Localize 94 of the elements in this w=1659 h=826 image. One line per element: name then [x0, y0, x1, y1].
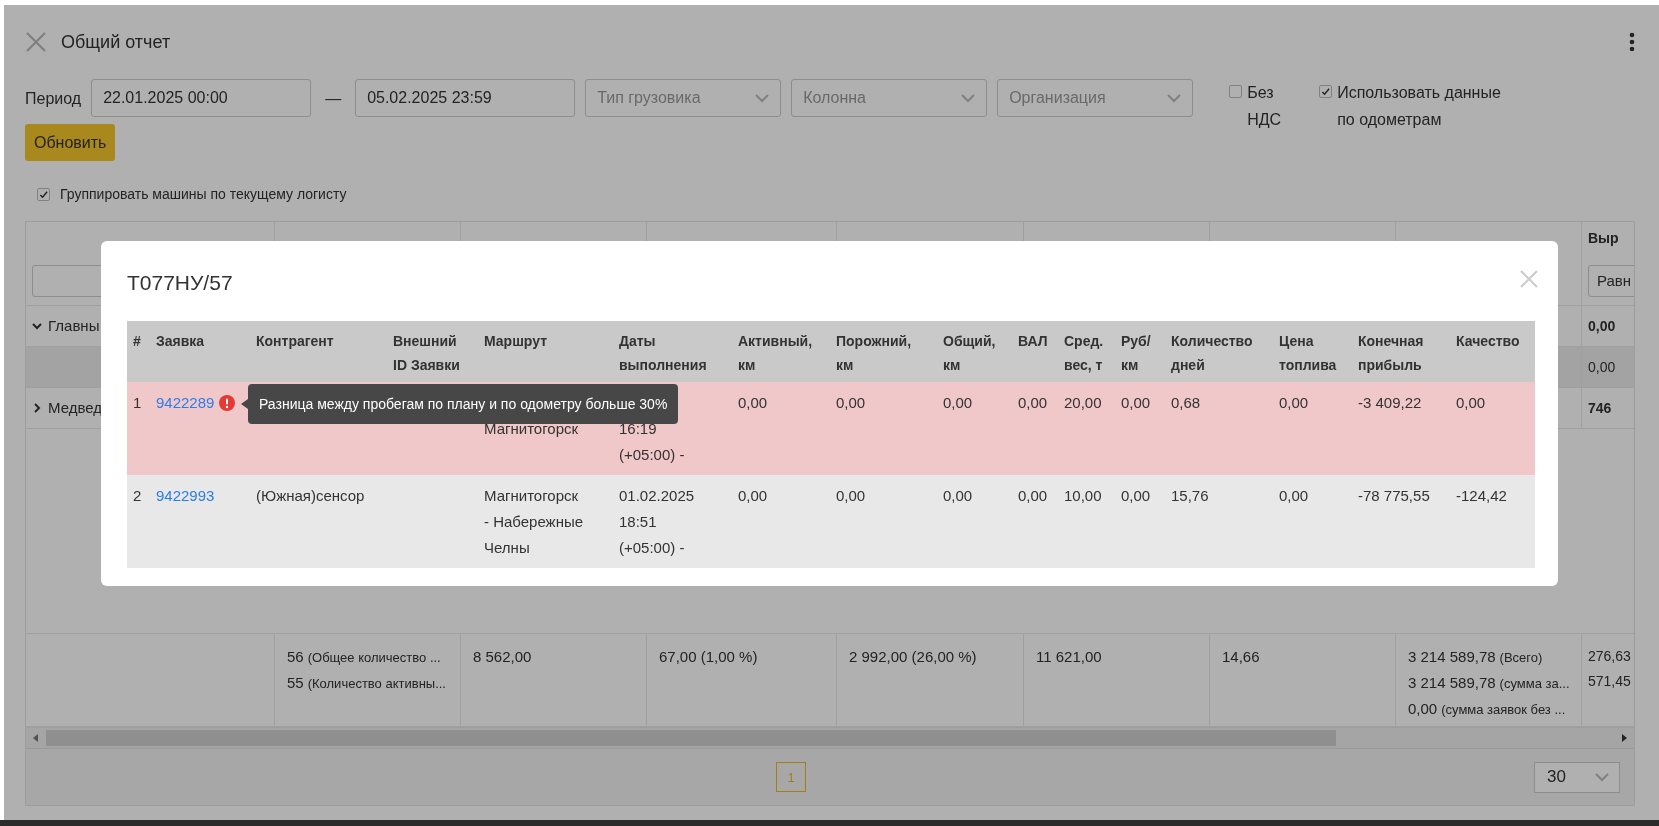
- table-cell: 2: [127, 475, 150, 568]
- table-cell: 0,00: [732, 382, 830, 475]
- table-cell: 01.02.2025 18:51 (+05:00) -: [613, 475, 732, 568]
- total-value: 14,66: [1222, 647, 1260, 667]
- total-note: (Всего): [1499, 649, 1543, 667]
- chevron-down-icon: [1595, 772, 1609, 782]
- total-note: (Количество активны...: [307, 675, 446, 693]
- period-label: Период: [25, 89, 82, 109]
- column-header: Конечная прибыль: [1352, 321, 1450, 382]
- group-label: Медвед: [48, 398, 102, 418]
- table-cell: 15,76: [1165, 475, 1273, 568]
- dropdown[interactable]: Тип грузовика: [585, 79, 782, 117]
- date-field[interactable]: 05.02.2025 23:59: [355, 79, 576, 117]
- table-cell: 0,00: [1273, 382, 1352, 475]
- table-cell: 0,00: [937, 382, 1012, 475]
- dropdown[interactable]: Организация: [997, 79, 1194, 117]
- checkbox[interactable]: [1319, 85, 1333, 98]
- table-cell: 0,00: [1012, 475, 1058, 568]
- total-note: (сумма за...: [1499, 675, 1570, 693]
- refresh-button[interactable]: Обновить: [25, 124, 116, 161]
- column-header: Сред. вес, т: [1058, 321, 1115, 382]
- table-cell: 0,00: [830, 382, 937, 475]
- column-header: Даты выполнения: [613, 321, 732, 382]
- column-header: Внешний ID Заявки: [387, 321, 478, 382]
- column-header: ВАЛ: [1012, 321, 1058, 382]
- table-cell: 0,00: [1012, 382, 1058, 475]
- table-cell: -124,42: [1450, 475, 1535, 568]
- total-value: 3 214 589,78: [1408, 647, 1496, 667]
- chevron-down-icon[interactable]: [32, 321, 42, 331]
- page-size-dropdown[interactable]: 30: [1534, 761, 1620, 793]
- column-header: Маршрут: [478, 321, 613, 382]
- table-cell: 0,68: [1165, 382, 1273, 475]
- table-cell: 0,00: [1115, 475, 1165, 568]
- chevron-down-icon: [961, 93, 976, 103]
- order-link[interactable]: 9422289: [156, 390, 215, 416]
- dropdown[interactable]: Колонна: [791, 79, 988, 117]
- total-value: 56: [287, 647, 304, 667]
- checkbox-label: Использовать данные по одометрам: [1337, 83, 1502, 130]
- table-cell: 0,00: [937, 475, 1012, 568]
- date-field[interactable]: 22.01.2025 00:00: [91, 79, 312, 117]
- checkbox-label: Группировать машины по текущему логисту: [60, 186, 347, 202]
- total-value: 3 214 589,78: [1408, 673, 1496, 693]
- page-title: Общий отчет: [61, 31, 172, 53]
- table-cell: Магнитогорск - Набережные Челны: [478, 475, 613, 568]
- chevron-down-icon: [755, 93, 770, 103]
- total-value: 11 621,00: [1036, 647, 1102, 667]
- dialog-title: Т077НУ/57: [127, 270, 233, 296]
- total-value: 8 562,00: [473, 647, 532, 667]
- warning-icon[interactable]: [219, 395, 236, 411]
- table-cell: 20,00: [1058, 382, 1115, 475]
- column-header: Общий, км: [937, 321, 1012, 382]
- total-value: 276,63: [1588, 647, 1631, 666]
- table-cell: 0,00: [830, 475, 937, 568]
- total-value: 0,00: [1408, 699, 1438, 719]
- table-cell: 0,00: [1115, 382, 1165, 475]
- order-link[interactable]: 9422993: [156, 483, 215, 509]
- table-cell: -3 409,22: [1352, 382, 1450, 475]
- checkbox[interactable]: [37, 187, 50, 201]
- total-value: 2 992,00 (26,00 %): [849, 647, 977, 667]
- column-header: Заявка: [150, 321, 250, 382]
- total-note: (Общее количество ...: [307, 649, 441, 667]
- column-header[interactable]: Выр: [1588, 230, 1628, 246]
- total-value: 55: [287, 673, 304, 693]
- table-cell: 0,00: [1588, 359, 1616, 375]
- tooltip: Разница между пробегам по плану и по одометру больше 30%: [248, 384, 679, 424]
- table-cell: 0,00: [732, 475, 830, 568]
- table-cell: 0,00: [1273, 475, 1352, 568]
- table-cell: 0,00: [1588, 318, 1616, 334]
- column-header: Цена топлива: [1273, 321, 1352, 382]
- column-header: Порожний, км: [830, 321, 937, 382]
- table-cell: 10,00: [1058, 475, 1115, 568]
- checkbox[interactable]: [1229, 85, 1243, 98]
- chevron-right-icon[interactable]: [32, 403, 42, 413]
- date-separator: —: [325, 89, 342, 109]
- column-header: Контрагент: [250, 321, 387, 382]
- table-cell: -78 775,55: [1352, 475, 1450, 568]
- chevron-down-icon: [1167, 93, 1182, 103]
- tooltip-arrow-icon: [241, 399, 248, 409]
- column-header: Активный, км: [732, 321, 830, 382]
- total-value: 67,00 (1,00 %): [659, 647, 758, 667]
- menu-icon[interactable]: [1629, 32, 1635, 52]
- group-label: Главны: [48, 316, 100, 336]
- table-cell: (Южная)сенсор: [250, 475, 387, 568]
- table-cell: 746: [1588, 400, 1612, 416]
- filter-dropdown[interactable]: Равн: [1588, 265, 1634, 297]
- column-header: Руб/км: [1115, 321, 1165, 382]
- table-cell: 1: [127, 382, 150, 475]
- total-note: (сумма заявок без ...: [1441, 701, 1566, 719]
- column-header: #: [127, 321, 150, 382]
- table-cell: 0,00: [1450, 382, 1535, 475]
- total-value: 571,45: [1588, 672, 1631, 691]
- column-header: Качество: [1450, 321, 1535, 382]
- checkbox-label: Без НДС: [1247, 83, 1282, 130]
- column-header: Количество дней: [1165, 321, 1273, 382]
